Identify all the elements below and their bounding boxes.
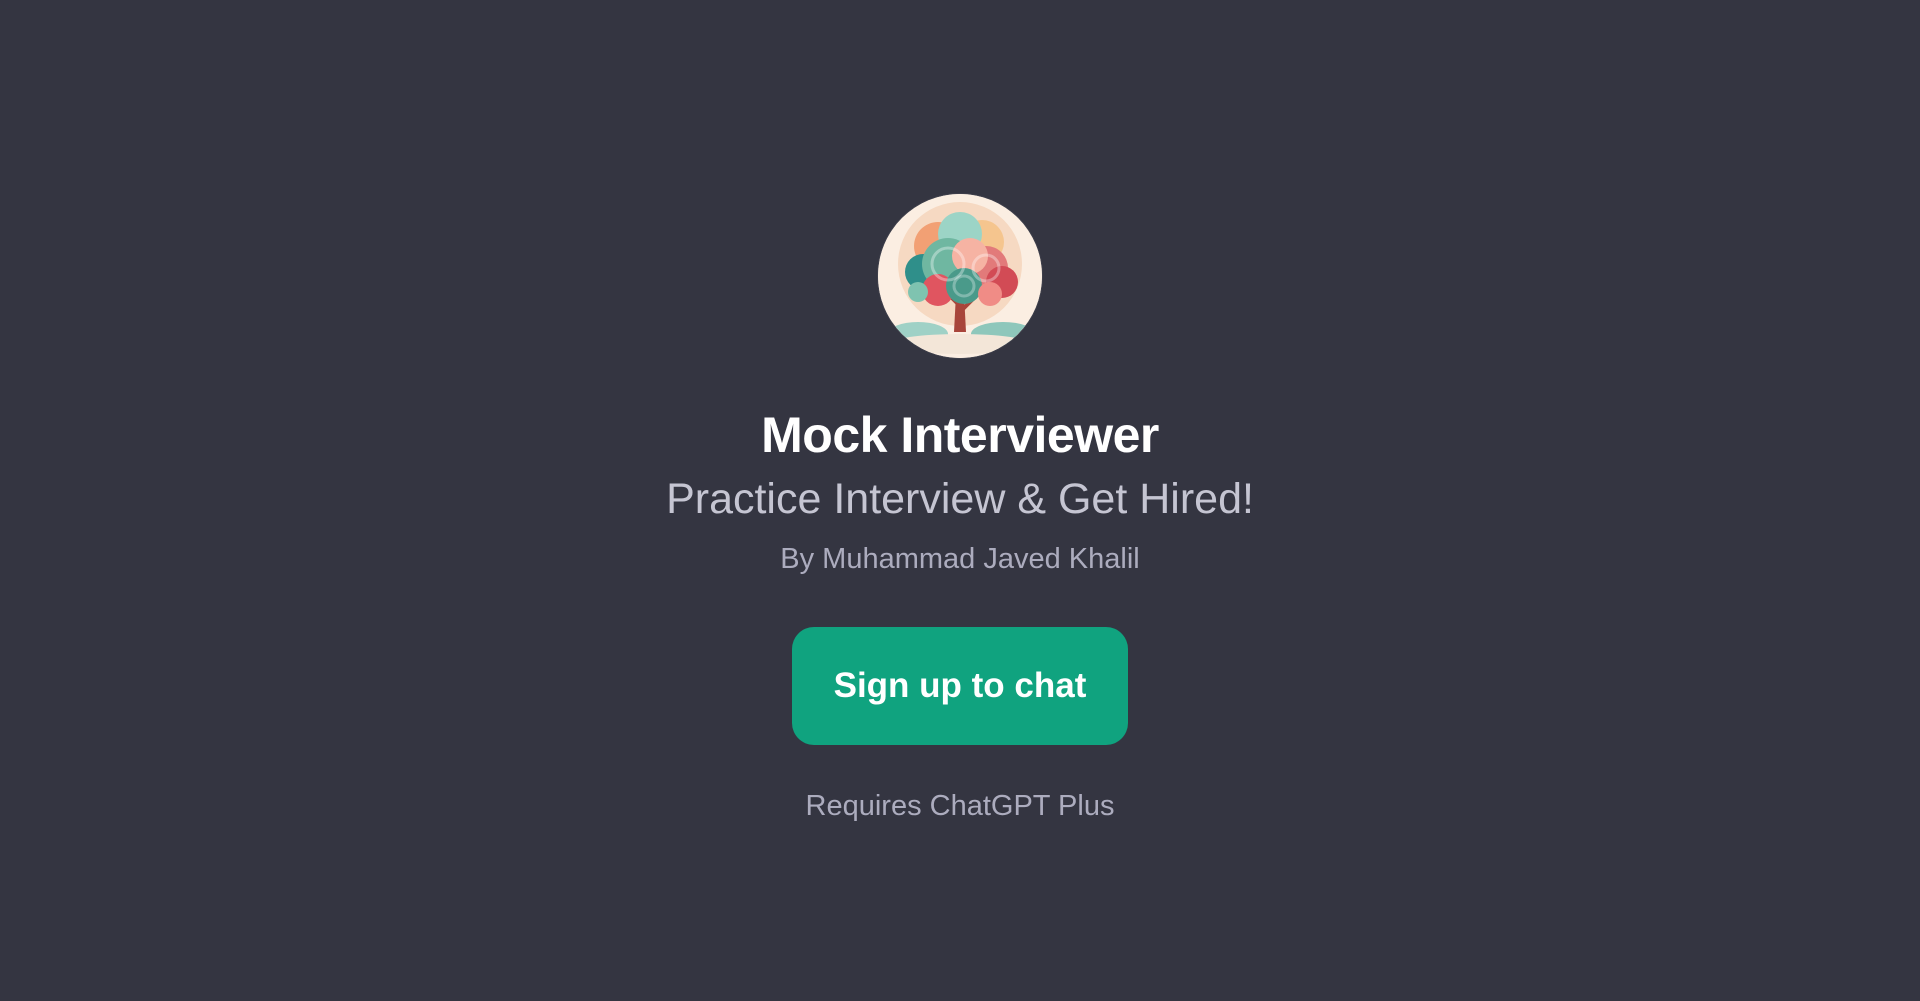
gpt-author: By Muhammad Javed Khalil bbox=[780, 543, 1140, 576]
gpt-avatar bbox=[878, 194, 1042, 358]
gpt-landing-page: Mock Interviewer Practice Interview & Ge… bbox=[0, 0, 1920, 1001]
sign-up-to-chat-button[interactable]: Sign up to chat bbox=[792, 627, 1128, 746]
gpt-title: Mock Interviewer bbox=[761, 407, 1159, 463]
gpt-subtitle: Practice Interview & Get Hired! bbox=[666, 475, 1254, 523]
requirement-note: Requires ChatGPT Plus bbox=[805, 790, 1115, 823]
tree-logo-icon bbox=[878, 194, 1042, 358]
